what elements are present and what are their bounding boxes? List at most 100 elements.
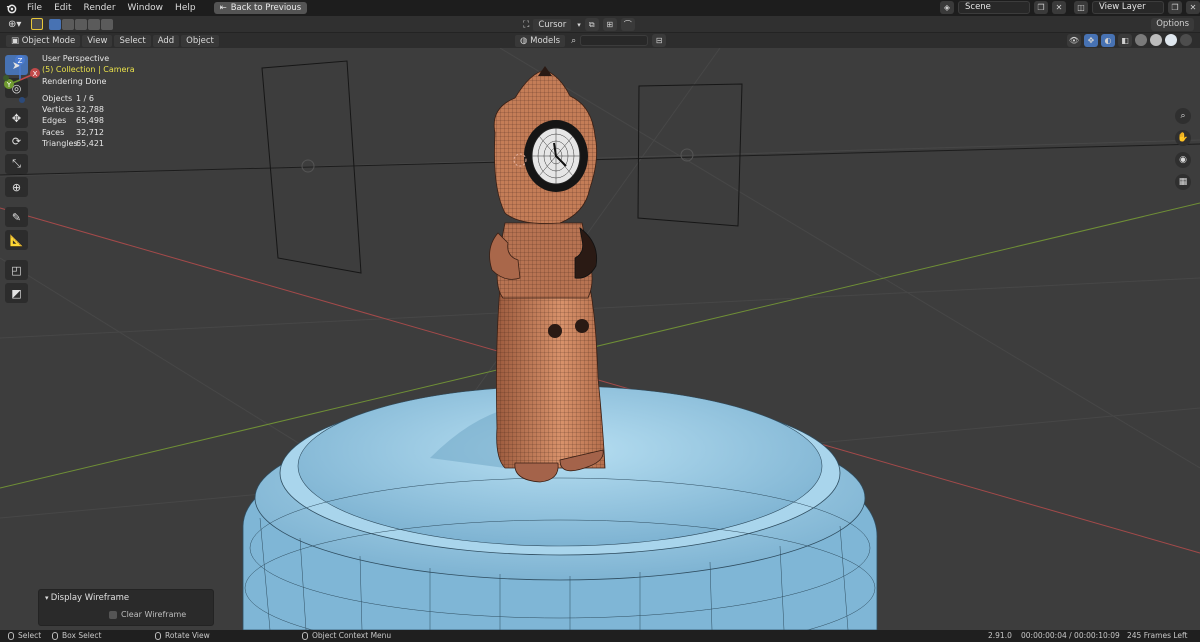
- scene-statistics: Objects 1 / 6 Vertices 32,788 Edges 65,498 …: [42, 93, 136, 149]
- wireframe-shading-icon[interactable]: [1135, 34, 1147, 46]
- viewport-header: ▣ Object Mode View Select Add Object ◍ M…: [0, 33, 1200, 48]
- operator-panel-header[interactable]: ▾ Display Wireframe: [39, 590, 213, 606]
- camera-view-icon[interactable]: ◉: [1175, 152, 1191, 168]
- stat-value: 65,498: [76, 116, 104, 126]
- status-context-menu-label: Object Context Menu: [312, 631, 392, 640]
- solid-shading-icon[interactable]: [1150, 34, 1162, 46]
- overlay-toggle-icon[interactable]: ◐: [1101, 34, 1115, 47]
- top-menu-bar: File Edit Render Window Help ⇤ Back to P…: [0, 0, 1200, 16]
- status-rotate-view-label: Rotate View: [165, 631, 210, 640]
- menu-window[interactable]: Window: [122, 0, 170, 16]
- stat-label: Edges: [42, 116, 67, 126]
- clear-wireframe-checkbox[interactable]: [109, 610, 117, 619]
- status-box-select-label: Box Select: [62, 631, 102, 640]
- delete-scene-icon[interactable]: ✕: [1052, 1, 1066, 14]
- mouse-middle-icon: [155, 632, 161, 640]
- operator-panel-title: Display Wireframe: [50, 593, 130, 603]
- blender-logo-icon[interactable]: [5, 2, 17, 14]
- gizmo-toggle-icon[interactable]: ✥: [1084, 34, 1098, 47]
- scene-selector-group: ◈ Scene ❐ ✕ ◫ View Layer ❐ ✕: [940, 1, 1200, 14]
- rendered-shading-icon[interactable]: [1180, 34, 1192, 46]
- menu-help[interactable]: Help: [169, 0, 202, 16]
- annotate-tool-icon[interactable]: ✎: [5, 207, 28, 227]
- 3d-viewport[interactable]: ➤ ◎ ✥ ⟳ ⤡ ⊕ ✎ 📐 ◰ ◩ User Perspective (5)…: [0, 48, 1200, 630]
- stat-value: 32,788: [76, 105, 104, 115]
- scene-render: [0, 48, 1200, 630]
- filter-toggle-icon[interactable]: ⊟: [652, 34, 667, 47]
- object-mode-label: Object Mode: [21, 35, 76, 46]
- add-menu[interactable]: Add: [152, 34, 180, 47]
- editor-type-icon[interactable]: ⊕▾: [8, 19, 21, 30]
- grid-toggle-icon[interactable]: ▦: [1175, 174, 1191, 190]
- hand-pan-icon[interactable]: ✋: [1175, 130, 1191, 146]
- new-view-layer-icon[interactable]: ❐: [1168, 1, 1182, 14]
- navigation-gizmo[interactable]: Z X Y: [0, 54, 40, 104]
- object-menu[interactable]: Object: [181, 34, 219, 47]
- view-layer-icon[interactable]: ◫: [1074, 1, 1088, 14]
- stat-value: 65,421: [76, 139, 104, 149]
- black-edge-line: [0, 143, 1200, 176]
- pivot-group: ⛶ Cursor ▾ ⧉ ⊞ ⌒: [523, 18, 635, 31]
- back-arrow-icon: ⇤: [219, 3, 227, 13]
- tool-settings-bar: ⊕▾ ⛶ Cursor ▾ ⧉ ⊞ ⌒ Options: [0, 16, 1200, 33]
- select-menu[interactable]: Select: [114, 34, 151, 47]
- add-cube-tool-icon[interactable]: ◰: [5, 260, 28, 280]
- viewport-nav-buttons: ⌕ ✋ ◉ ▦: [1175, 108, 1191, 190]
- character-mesh: [489, 66, 606, 483]
- gizmo-z-label: Z: [18, 57, 23, 65]
- rotate-tool-icon[interactable]: ⟳: [5, 131, 28, 151]
- menu-edit[interactable]: Edit: [48, 0, 77, 16]
- material-shading-icon[interactable]: [1165, 34, 1177, 46]
- selection-mode-group: [49, 18, 114, 30]
- options-dropdown[interactable]: Options: [1151, 18, 1194, 31]
- globe-icon: ◍: [520, 35, 531, 46]
- status-bar: Select Box Select Rotate View Object Con…: [0, 630, 1200, 642]
- transform-tool-icon[interactable]: ⊕: [5, 177, 28, 197]
- menu-render[interactable]: Render: [78, 0, 122, 16]
- proportional-edit-icon[interactable]: ⌒: [620, 18, 635, 31]
- status-select: Select: [8, 630, 41, 642]
- scene-icon[interactable]: ◈: [940, 1, 954, 14]
- scale-tool-icon[interactable]: ⤡: [5, 154, 28, 174]
- mouse-middle-icon: [52, 632, 58, 640]
- status-box-select: Box Select: [52, 630, 101, 642]
- scene-name-field[interactable]: Scene: [958, 1, 1030, 14]
- view-menu[interactable]: View: [82, 34, 113, 47]
- view-layer-field[interactable]: View Layer: [1092, 1, 1164, 14]
- mode-subtract-icon[interactable]: [75, 18, 88, 30]
- new-scene-icon[interactable]: ❐: [1034, 1, 1048, 14]
- move-tool-icon[interactable]: ✥: [5, 108, 28, 128]
- operator-panel: ▾ Display Wireframe Clear Wireframe: [38, 589, 214, 626]
- object-mode-dropdown[interactable]: ▣ Object Mode: [6, 34, 81, 47]
- snap-icon[interactable]: ⧉: [584, 18, 599, 31]
- viewport-info-overlay: User Perspective (5) Collection | Camera…: [42, 53, 136, 149]
- mode-intersect-icon[interactable]: [101, 18, 114, 30]
- measure-tool-icon[interactable]: 📐: [5, 230, 28, 250]
- chevron-down-icon[interactable]: ▾: [577, 21, 581, 29]
- snap-target-icon[interactable]: ⊞: [602, 18, 617, 31]
- render-status-label: Rendering Done: [42, 76, 107, 86]
- pivot-dropdown[interactable]: Cursor: [533, 18, 572, 31]
- delete-view-layer-icon[interactable]: ✕: [1186, 1, 1200, 14]
- xray-icon[interactable]: ◧: [1118, 34, 1132, 47]
- gizmo-y-label: Y: [6, 81, 12, 89]
- menu-file[interactable]: File: [21, 0, 48, 16]
- collection-filter-dropdown[interactable]: ◍ Models: [515, 34, 566, 47]
- zoom-icon[interactable]: ⌕: [1175, 108, 1191, 124]
- status-rotate-view: Rotate View: [155, 630, 210, 642]
- mode-extend-icon[interactable]: [62, 18, 75, 30]
- search-input[interactable]: [580, 35, 649, 46]
- back-to-previous-button[interactable]: ⇤ Back to Previous: [213, 2, 308, 14]
- shading-controls: 👁 ✥ ◐ ◧: [1067, 34, 1192, 47]
- status-select-label: Select: [18, 631, 42, 640]
- select-tool-icon[interactable]: [31, 18, 44, 30]
- clear-wireframe-row[interactable]: Clear Wireframe: [39, 606, 213, 619]
- version-label: 2.91.0: [988, 631, 1012, 640]
- clear-wireframe-label: Clear Wireframe: [121, 610, 187, 619]
- timecode-label: 00:00:00:04 / 00:00:10:09: [1021, 631, 1120, 640]
- mode-invert-icon[interactable]: [88, 18, 101, 30]
- visibility-icon[interactable]: 👁: [1067, 34, 1081, 47]
- mode-set-icon[interactable]: [49, 18, 62, 30]
- search-icon: ⌕: [571, 35, 577, 46]
- add-object-tool-icon[interactable]: ◩: [5, 283, 28, 303]
